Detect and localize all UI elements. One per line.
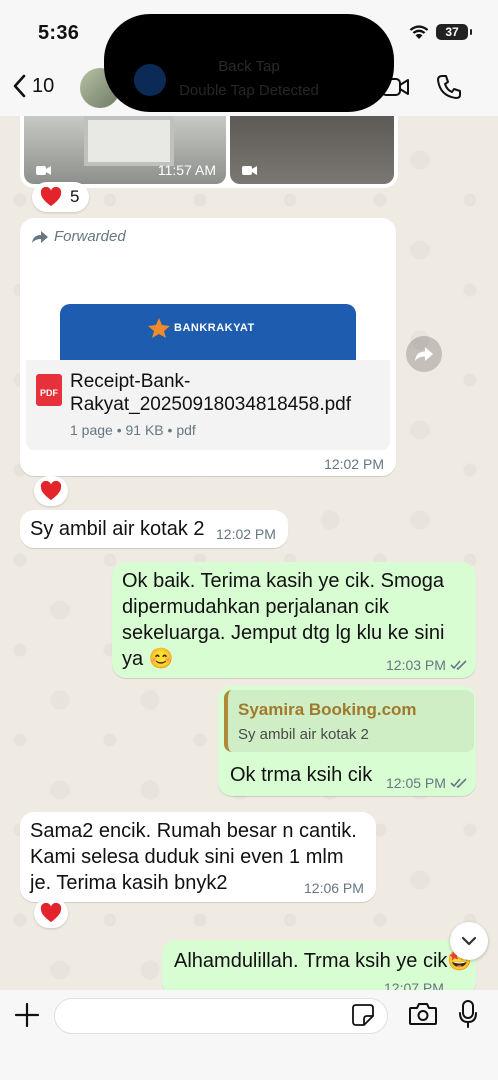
- document-meta: 1 page • 91 KB • pdf: [70, 422, 196, 438]
- pdf-icon: PDF: [36, 374, 62, 406]
- bank-logo: BANKRAKYAT: [148, 318, 255, 338]
- document-info[interactable]: PDF Receipt-Bank-Rakyat_2025091803481845…: [26, 360, 390, 450]
- chevron-left-icon: [13, 74, 26, 98]
- read-ticks-icon: [450, 778, 467, 789]
- outgoing-message[interactable]: Ok baik. Terima kasih ye cik. Smoga dipe…: [112, 562, 476, 678]
- message-text: Ok trma ksih cik: [230, 764, 373, 786]
- phone-call-icon[interactable]: [436, 74, 462, 100]
- message-time: 11:57 AM: [157, 162, 216, 178]
- video-camera-icon: [242, 166, 257, 175]
- battery-indicator: 37: [436, 24, 472, 40]
- forward-arrow-icon: [32, 230, 48, 243]
- incoming-message[interactable]: Sama2 encik. Rumah besar n cantik. Kami …: [20, 812, 376, 902]
- thumbnail-content: [84, 116, 174, 166]
- unread-count: 10: [32, 74, 55, 97]
- wifi-icon: [409, 25, 429, 39]
- chevron-down-icon: [461, 936, 477, 946]
- heart-icon: [40, 481, 62, 501]
- sticker-icon[interactable]: [352, 1004, 374, 1026]
- video-message[interactable]: 11:57 AM: [20, 116, 398, 188]
- scroll-to-bottom-button[interactable]: [450, 922, 488, 960]
- bank-emblem-icon: [148, 318, 170, 338]
- message-time: 12:05 PM: [386, 775, 446, 791]
- dynamic-island: Back Tap Double Tap Detected: [104, 14, 394, 112]
- forwarded-label: Forwarded: [32, 228, 126, 245]
- heart-icon: [40, 903, 62, 923]
- heart-icon: [40, 187, 62, 207]
- video-thumbnail[interactable]: [230, 116, 394, 184]
- message-time: 12:02 PM: [216, 526, 276, 542]
- reaction-badge[interactable]: [34, 476, 68, 506]
- video-camera-icon: [36, 166, 51, 175]
- microphone-icon[interactable]: [458, 1000, 478, 1028]
- forward-icon: [415, 347, 433, 361]
- quoted-sender: Syamira Booking.com: [238, 700, 417, 719]
- read-ticks-icon: [450, 660, 467, 671]
- reaction-badge[interactable]: 5: [32, 182, 90, 212]
- status-time: 5:36: [38, 22, 80, 44]
- quoted-message[interactable]: Syamira Booking.com Sy ambil air kotak 2: [224, 690, 474, 752]
- forwarded-text: Forwarded: [54, 228, 126, 245]
- outgoing-message[interactable]: Alhamdulillah. Trma ksih ye cik🤩 12:07 P…: [162, 940, 476, 996]
- bank-name: BANKRAKYAT: [174, 322, 255, 334]
- island-subtitle: Double Tap Detected: [179, 82, 319, 99]
- document-message[interactable]: Forwarded BANKRAKYAT PDF Receipt-Bank-Ra…: [20, 218, 396, 476]
- message-time: 12:02 PM: [324, 456, 384, 472]
- quoted-text: Sy ambil air kotak 2: [238, 726, 369, 743]
- message-input[interactable]: [54, 998, 388, 1034]
- incoming-message[interactable]: Sy ambil air kotak 2 12:02 PM: [20, 510, 288, 548]
- message-text: Alhamdulillah. Trma ksih ye cik🤩: [174, 950, 473, 972]
- outgoing-reply-message[interactable]: Syamira Booking.com Sy ambil air kotak 2…: [218, 686, 476, 796]
- compose-bar: [0, 990, 498, 1080]
- reaction-badge[interactable]: [34, 898, 68, 928]
- message-text: Sy ambil air kotak 2: [30, 518, 205, 540]
- camera-icon[interactable]: [408, 1002, 438, 1026]
- share-button[interactable]: [406, 336, 442, 372]
- message-time: 12:06 PM: [304, 880, 364, 896]
- document-name: Receipt-Bank-Rakyat_20250918034818458.pd…: [70, 371, 352, 415]
- video-thumbnail[interactable]: 11:57 AM: [24, 116, 226, 184]
- plus-icon[interactable]: [14, 1002, 40, 1028]
- island-title: Back Tap: [218, 58, 280, 75]
- message-time: 12:03 PM: [386, 657, 446, 673]
- reaction-count: 5: [70, 187, 80, 206]
- back-button[interactable]: 10: [12, 74, 54, 98]
